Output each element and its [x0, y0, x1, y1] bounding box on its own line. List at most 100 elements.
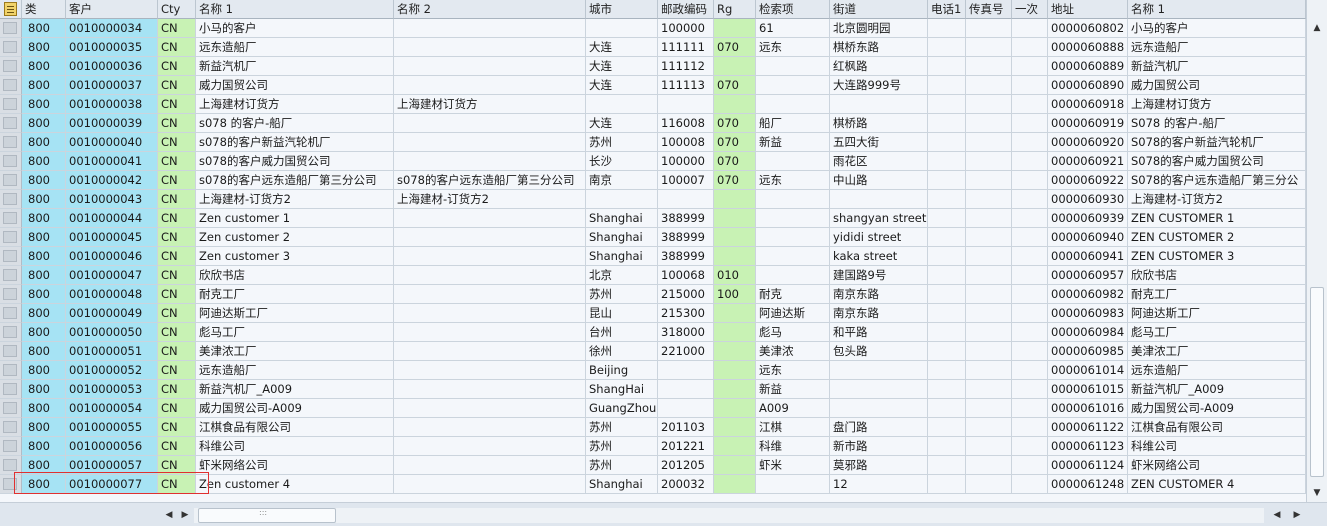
table-row[interactable]: 800 0010000051 CN 美津浓工厂 徐州 221000 美津浓 包头路 000006… [0, 342, 1306, 361]
cell-address-name1[interactable]: 美津浓工厂 [1128, 342, 1306, 361]
cell-phone1[interactable] [928, 266, 966, 285]
cell-name1[interactable]: 远东造船厂 [196, 361, 394, 380]
cell-phone1[interactable] [928, 76, 966, 95]
cell-city[interactable]: Shanghai [586, 209, 658, 228]
cell-country[interactable]: CN [158, 266, 196, 285]
cell-customer[interactable]: 0010000049 [66, 304, 158, 323]
row-selector[interactable] [0, 209, 22, 228]
cell-city[interactable]: 大连 [586, 76, 658, 95]
cell-one-time[interactable] [1012, 152, 1048, 171]
column-header-phone1[interactable]: 电话1 [928, 0, 966, 19]
table-row[interactable]: 800 0010000044 CN Zen customer 1 Shanghai 388… [0, 209, 1306, 228]
cell-address-name1[interactable]: 新益汽机厂 [1128, 57, 1306, 76]
cell-street[interactable]: 中山路 [830, 171, 928, 190]
cell-name2[interactable] [394, 209, 586, 228]
cell-phone1[interactable] [928, 342, 966, 361]
cell-name1[interactable]: 阿迪达斯工厂 [196, 304, 394, 323]
cell-search-term[interactable]: 新益 [756, 133, 830, 152]
cell-customer[interactable]: 0010000052 [66, 361, 158, 380]
cell-one-time[interactable] [1012, 285, 1048, 304]
table-row[interactable]: 800 0010000050 CN 彪马工厂 台州 318000 彪马 和平路 00000609… [0, 323, 1306, 342]
row-selector-handle[interactable] [3, 269, 17, 281]
cell-postal-code[interactable]: 201205 [658, 456, 714, 475]
cell-country[interactable]: CN [158, 152, 196, 171]
cell-street[interactable]: shangyan street [830, 209, 928, 228]
cell-city[interactable]: 苏州 [586, 437, 658, 456]
cell-name1[interactable]: 小马的客户 [196, 19, 394, 38]
cell-name2[interactable] [394, 247, 586, 266]
cell-city[interactable]: Shanghai [586, 475, 658, 494]
row-selector-handle[interactable] [3, 212, 17, 224]
cell-class[interactable]: 800 [22, 285, 66, 304]
row-selector[interactable] [0, 380, 22, 399]
cell-customer[interactable]: 0010000077 [66, 475, 158, 494]
table-row[interactable]: 800 0010000038 CN 上海建材订货方 上海建材订货方 0000060918 上… [0, 95, 1306, 114]
cell-address[interactable]: 0000060890 [1048, 76, 1128, 95]
cell-address-name1[interactable]: 彪马工厂 [1128, 323, 1306, 342]
cell-address-name1[interactable]: 耐克工厂 [1128, 285, 1306, 304]
cell-region[interactable] [714, 57, 756, 76]
row-selector[interactable] [0, 57, 22, 76]
cell-region[interactable] [714, 456, 756, 475]
cell-street[interactable]: yididi street [830, 228, 928, 247]
cell-class[interactable]: 800 [22, 361, 66, 380]
cell-country[interactable]: CN [158, 114, 196, 133]
cell-fax[interactable] [966, 76, 1012, 95]
cell-address[interactable]: 0000060919 [1048, 114, 1128, 133]
cell-phone1[interactable] [928, 209, 966, 228]
cell-name1[interactable]: 欣欣书店 [196, 266, 394, 285]
cell-name2[interactable] [394, 133, 586, 152]
cell-one-time[interactable] [1012, 380, 1048, 399]
cell-address-name1[interactable]: 虾米网络公司 [1128, 456, 1306, 475]
cell-name2[interactable] [394, 475, 586, 494]
cell-class[interactable]: 800 [22, 437, 66, 456]
cell-search-term[interactable]: 新益 [756, 380, 830, 399]
cell-postal-code[interactable]: 100000 [658, 152, 714, 171]
cell-address-name1[interactable]: 上海建材-订货方2 [1128, 190, 1306, 209]
cell-country[interactable]: CN [158, 418, 196, 437]
column-header-country[interactable]: Cty [158, 0, 196, 19]
cell-postal-code[interactable]: 388999 [658, 228, 714, 247]
column-header-fax[interactable]: 传真号 [966, 0, 1012, 19]
cell-class[interactable]: 800 [22, 418, 66, 437]
cell-class[interactable]: 800 [22, 152, 66, 171]
cell-name2[interactable] [394, 19, 586, 38]
vertical-scroll-thumb[interactable] [1310, 287, 1324, 477]
cell-address-name1[interactable]: S078的客户远东造船厂第三分公 [1128, 171, 1306, 190]
cell-customer[interactable]: 0010000046 [66, 247, 158, 266]
cell-fax[interactable] [966, 437, 1012, 456]
horizontal-scroll-thumb[interactable] [198, 508, 336, 523]
cell-street[interactable] [830, 190, 928, 209]
row-selector-handle[interactable] [3, 231, 17, 243]
row-selector[interactable] [0, 342, 22, 361]
row-selector[interactable] [0, 418, 22, 437]
cell-country[interactable]: CN [158, 456, 196, 475]
cell-city[interactable]: Beijing [586, 361, 658, 380]
vertical-scrollbar[interactable]: ▲ ▼ [1306, 0, 1327, 502]
cell-street[interactable]: 南京东路 [830, 304, 928, 323]
cell-one-time[interactable] [1012, 323, 1048, 342]
column-header-street[interactable]: 街道 [830, 0, 928, 19]
column-header-region[interactable]: Rg [714, 0, 756, 19]
cell-fax[interactable] [966, 475, 1012, 494]
cell-name2[interactable] [394, 76, 586, 95]
column-header-postal-code[interactable]: 邮政编码 [658, 0, 714, 19]
cell-phone1[interactable] [928, 437, 966, 456]
cell-fax[interactable] [966, 95, 1012, 114]
cell-name1[interactable]: 上海建材-订货方2 [196, 190, 394, 209]
cell-phone1[interactable] [928, 133, 966, 152]
cell-address[interactable]: 0000060985 [1048, 342, 1128, 361]
cell-address[interactable]: 0000060802 [1048, 19, 1128, 38]
cell-customer[interactable]: 0010000043 [66, 190, 158, 209]
cell-address[interactable]: 0000060921 [1048, 152, 1128, 171]
cell-one-time[interactable] [1012, 76, 1048, 95]
cell-street[interactable] [830, 380, 928, 399]
row-selector[interactable] [0, 475, 22, 494]
row-selector[interactable] [0, 19, 22, 38]
row-selector-handle[interactable] [3, 326, 17, 338]
cell-name2[interactable] [394, 304, 586, 323]
cell-city[interactable]: 苏州 [586, 418, 658, 437]
row-selector[interactable] [0, 399, 22, 418]
cell-region[interactable] [714, 437, 756, 456]
row-selector-handle[interactable] [3, 402, 17, 414]
